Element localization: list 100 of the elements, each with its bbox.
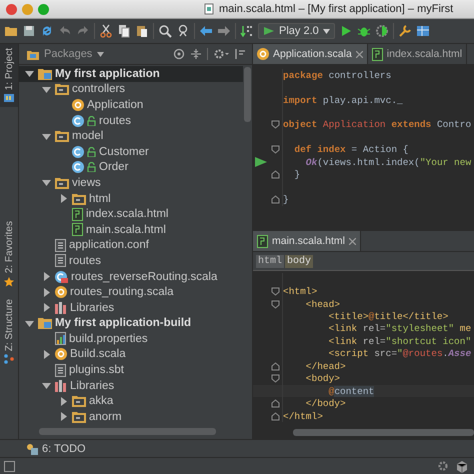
structure-icon[interactable] [416, 24, 430, 38]
run-gutter-icon[interactable] [255, 157, 267, 168]
class-icon [55, 270, 68, 283]
breadcrumb[interactable]: body [285, 254, 314, 268]
play-icon [263, 26, 275, 36]
project-icon [4, 93, 14, 104]
back-icon[interactable] [199, 24, 213, 38]
collapsed-arrow-icon[interactable] [59, 194, 68, 204]
fold-start-icon[interactable] [271, 145, 280, 154]
fold-end-icon[interactable] [271, 412, 280, 421]
fold-start-icon[interactable] [271, 120, 280, 130]
tool-window-tab[interactable]: 1: Project [0, 44, 18, 108]
build-icon[interactable] [240, 24, 254, 38]
code-line: <body> [304, 373, 340, 384]
view-dropdown[interactable]: Packages [27, 48, 104, 60]
coverage-icon[interactable] [374, 24, 389, 38]
expanded-arrow-icon[interactable] [25, 69, 34, 78]
editor-tab[interactable]: Application.scala [253, 44, 368, 64]
tree-item[interactable]: application.conf [19, 238, 243, 254]
code-line: object Application extends Contro [283, 119, 472, 130]
package-folder-icon [55, 176, 69, 189]
tree-item[interactable]: routes_routing.scala [19, 284, 243, 300]
wrench-icon[interactable] [398, 24, 412, 38]
fold-end-icon[interactable] [271, 195, 280, 204]
todo-tool-button[interactable]: 6: TODO [26, 442, 86, 454]
tree-item[interactable]: Libraries [19, 300, 243, 316]
save-icon[interactable] [22, 24, 36, 38]
editor-tab[interactable]: main.scala.html [253, 231, 361, 251]
html-file-icon [72, 208, 83, 221]
tree-item[interactable]: Customer [19, 144, 243, 160]
scrollbar[interactable] [293, 429, 474, 436]
tree-item[interactable]: views [19, 175, 243, 191]
collapsed-arrow-icon[interactable] [42, 272, 51, 282]
expanded-arrow-icon[interactable] [42, 381, 51, 390]
tree-item[interactable]: Build.scala [19, 346, 243, 362]
html-file-icon [257, 234, 268, 248]
inspector-icon[interactable] [455, 460, 468, 472]
close-button[interactable] [6, 4, 17, 14]
search-icon[interactable] [158, 24, 172, 38]
collapsed-arrow-icon[interactable] [42, 303, 51, 312]
code-line: def index = Action { [293, 144, 408, 156]
tree-item[interactable]: anorm [19, 409, 243, 425]
close-icon[interactable] [348, 238, 356, 244]
module-folder-icon [38, 317, 52, 330]
tool-window-tab[interactable]: Z: Structure [0, 294, 18, 368]
collapse-all-icon[interactable] [190, 48, 202, 60]
fold-start-icon[interactable] [271, 287, 280, 296]
tree-item[interactable]: Application [19, 97, 243, 113]
tree-item[interactable]: routes [19, 253, 243, 269]
expanded-arrow-icon[interactable] [25, 318, 34, 328]
collapsed-arrow-icon[interactable] [59, 396, 68, 406]
tree-item[interactable]: index.scala.html [19, 206, 243, 222]
editor-tab[interactable]: index.scala.html [368, 44, 468, 64]
scrollbar[interactable] [39, 428, 216, 435]
collapsed-arrow-icon[interactable] [42, 350, 51, 359]
tree-item[interactable]: controllers [19, 82, 243, 98]
lock-icon [87, 146, 96, 157]
fold-end-icon[interactable] [271, 399, 280, 408]
tree-item[interactable]: routes [19, 112, 243, 128]
tree-item[interactable]: My first application-build [19, 316, 243, 332]
toggle-panels-icon[interactable] [4, 460, 15, 472]
expanded-arrow-icon[interactable] [42, 84, 51, 94]
settings-icon[interactable] [213, 48, 229, 60]
properties-file-icon [55, 332, 66, 346]
scrollbar[interactable] [244, 67, 251, 122]
tree-item[interactable]: main.scala.html [19, 222, 243, 238]
fold-start-icon[interactable] [271, 374, 280, 384]
paste-icon[interactable] [135, 24, 149, 38]
copy-icon[interactable] [117, 24, 131, 38]
text-file-icon [55, 254, 66, 268]
sync-icon[interactable] [40, 24, 54, 38]
collapsed-arrow-icon[interactable] [42, 288, 51, 297]
tree-item[interactable]: build.properties [19, 331, 243, 347]
breadcrumb[interactable]: html [256, 254, 284, 268]
close-icon[interactable] [356, 50, 363, 58]
tree-item[interactable]: akka [19, 393, 243, 410]
expanded-arrow-icon[interactable] [42, 132, 51, 141]
forward-icon[interactable] [217, 24, 231, 38]
replace-icon[interactable] [176, 24, 190, 38]
tree-item[interactable]: html [19, 190, 243, 206]
code-line: <head> [304, 298, 340, 310]
fold-start-icon[interactable] [271, 300, 280, 309]
tree-item[interactable]: Libraries [19, 378, 243, 394]
settings-icon[interactable] [437, 460, 449, 472]
tree-item[interactable]: model [19, 128, 243, 144]
fold-end-icon[interactable] [271, 362, 280, 371]
tool-window-tab[interactable]: 2: Favorites [0, 217, 18, 290]
tree-item[interactable]: routes_reverseRouting.scala [19, 268, 243, 284]
expanded-arrow-icon[interactable] [42, 178, 51, 188]
hide-panel-icon[interactable] [234, 48, 246, 60]
tree-item[interactable]: plugins.sbt [19, 362, 243, 378]
run-configuration-dropdown[interactable]: Play 2.0 [258, 23, 335, 39]
collapsed-arrow-icon[interactable] [59, 412, 68, 422]
tree-item[interactable]: Order [19, 160, 243, 176]
target-icon[interactable] [173, 48, 185, 60]
cut-icon[interactable] [99, 24, 113, 38]
fold-end-icon[interactable] [271, 170, 280, 180]
tree-item[interactable]: My first application [19, 66, 243, 82]
package-folder-icon [72, 395, 86, 408]
folder-icon[interactable] [4, 24, 18, 38]
